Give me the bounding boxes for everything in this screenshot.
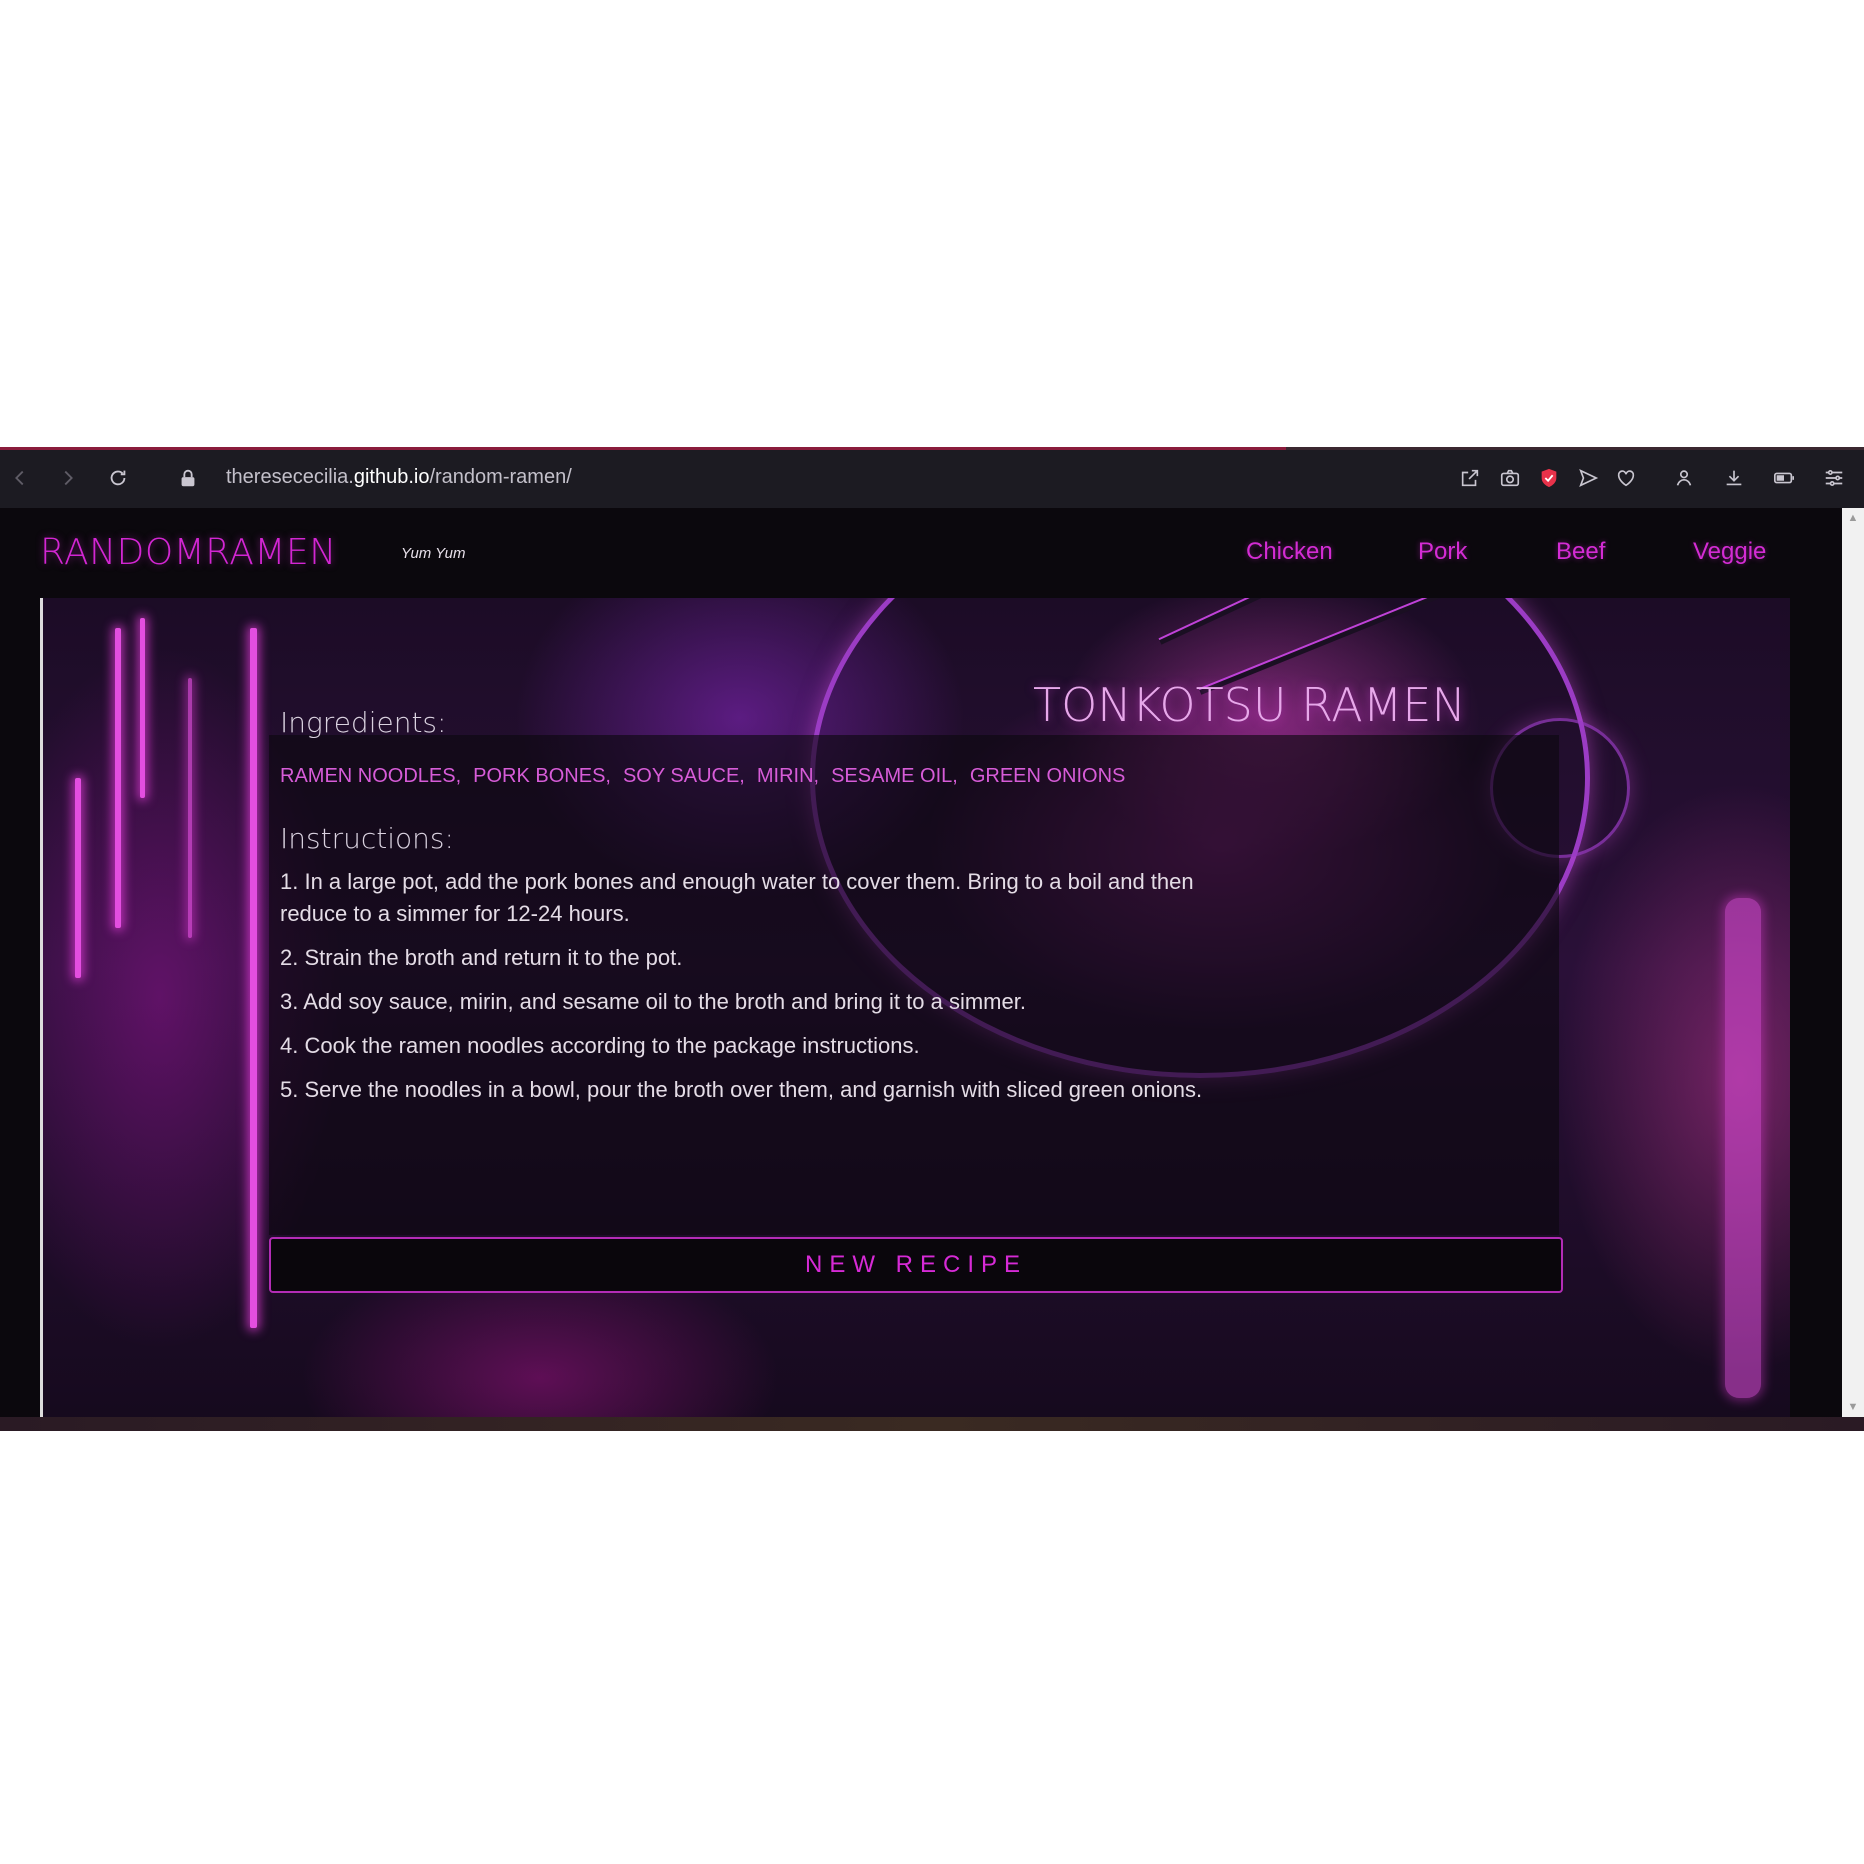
neon-light — [250, 628, 257, 1328]
ingredient-item: SESAME OIL, — [831, 765, 958, 787]
nav-pork[interactable]: Pork — [1418, 538, 1467, 566]
send-icon[interactable] — [1572, 462, 1604, 494]
hero-border — [40, 598, 43, 1417]
neon-light — [75, 778, 81, 978]
ingredient-item: SOY SAUCE, — [622, 765, 745, 787]
neon-light — [188, 678, 192, 938]
site-header: RANDOMRAMEN Yum Yum Chicken Pork Beef Ve… — [0, 508, 1842, 598]
site-logo[interactable]: RANDOMRAMEN — [40, 532, 337, 573]
instruction-step: 3. Add soy sauce, mirin, and sesame oil … — [280, 989, 1026, 1014]
neon-light — [1725, 898, 1761, 1398]
reload-icon[interactable] — [102, 462, 134, 494]
ingredient-item: PORK BONES, — [473, 765, 611, 787]
nav-chicken[interactable]: Chicken — [1246, 538, 1333, 566]
shield-icon[interactable] — [1533, 462, 1565, 494]
scroll-up-icon[interactable]: ▲ — [1847, 512, 1859, 524]
ingredients-list: RAMEN NOODLES, PORK BONES, SOY SAUCE, MI… — [280, 765, 1125, 788]
ingredients-heading: Ingredients: — [280, 706, 447, 739]
nav-veggie[interactable]: Veggie — [1693, 538, 1766, 566]
instructions-list: 1. In a large pot, add the pork bones an… — [280, 866, 1220, 1118]
address-bar[interactable]: theresececilia.github.io/random-ramen/ — [226, 466, 572, 489]
ingredient-item: MIRIN, — [756, 765, 820, 787]
url-host: github.io — [353, 466, 430, 488]
neon-light — [140, 618, 145, 798]
ingredient-item: RAMEN NOODLES, — [280, 765, 462, 787]
recipe-title: TONKOTSU RAMEN — [1033, 678, 1466, 732]
ingredient-item: GREEN ONIONS — [969, 765, 1126, 787]
forward-icon[interactable] — [52, 462, 84, 494]
neon-light — [115, 628, 121, 928]
scroll-down-icon[interactable]: ▼ — [1847, 1401, 1859, 1413]
url-prefix: theresececilia. — [226, 466, 354, 488]
scrollbar[interactable]: ▲ ▼ — [1842, 508, 1864, 1417]
instruction-step: 1. In a large pot, add the pork bones an… — [280, 869, 1194, 926]
site-tagline: Yum Yum — [401, 545, 466, 562]
battery-icon[interactable] — [1768, 462, 1800, 494]
share-icon[interactable] — [1454, 462, 1486, 494]
profile-icon[interactable] — [1668, 462, 1700, 494]
instructions-heading: Instructions: — [280, 822, 454, 855]
camera-icon[interactable] — [1494, 462, 1526, 494]
back-icon[interactable] — [4, 462, 36, 494]
browser-toolbar: theresececilia.github.io/random-ramen/ — [0, 450, 1864, 508]
heart-icon[interactable] — [1610, 462, 1642, 494]
menu-icon[interactable] — [1818, 462, 1850, 494]
new-recipe-button[interactable]: NEW RECIPE — [269, 1237, 1563, 1293]
url-path: /random-ramen/ — [429, 466, 572, 488]
instruction-step: 5. Serve the noodles in a bowl, pour the… — [280, 1077, 1203, 1102]
instruction-step: 4. Cook the ramen noodles according to t… — [280, 1033, 920, 1058]
nav-beef[interactable]: Beef — [1556, 538, 1605, 566]
download-icon[interactable] — [1718, 462, 1750, 494]
taskbar-strip — [0, 1417, 1864, 1431]
instruction-step: 2. Strain the broth and return it to the… — [280, 945, 683, 970]
lock-icon[interactable] — [172, 462, 204, 494]
